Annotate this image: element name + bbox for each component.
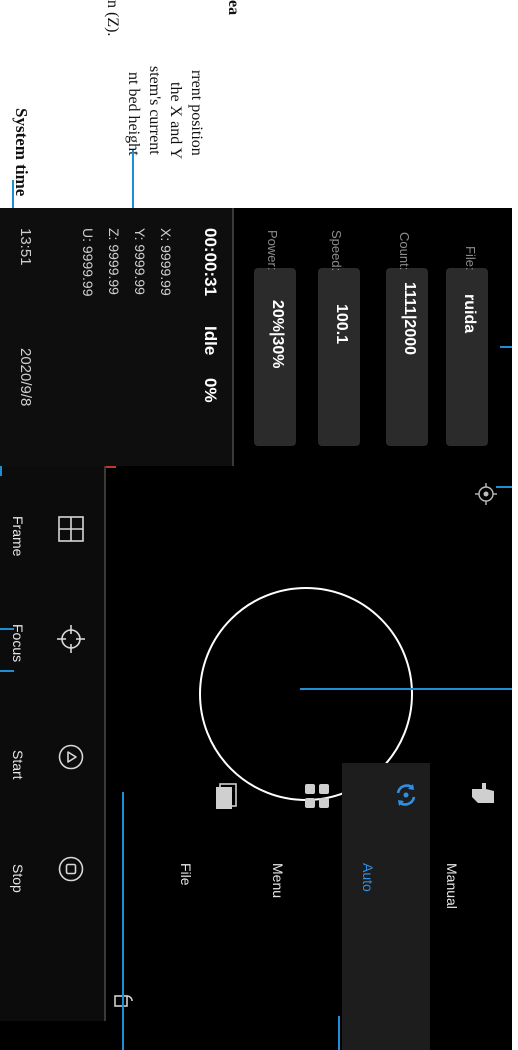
divider bbox=[232, 208, 234, 466]
frame-label: Frame bbox=[10, 516, 26, 557]
crosshair-icon bbox=[57, 625, 85, 653]
power-value: 20%|30% bbox=[269, 300, 286, 369]
annotation-line: rrent position bbox=[188, 70, 205, 156]
device-screen: File: ruida Count: 1111|2000 Speed: 100.… bbox=[0, 208, 512, 1050]
coordinate-y: Y: 9999.99 bbox=[132, 228, 148, 295]
leader-line-nav bbox=[338, 1016, 340, 1050]
leader-line-system-time bbox=[12, 180, 14, 208]
annotation-line: n (Z). bbox=[104, 0, 121, 37]
leader-line-focus bbox=[0, 628, 14, 630]
speed-value: 100.1 bbox=[333, 304, 350, 345]
leader-line-lock bbox=[122, 792, 124, 1050]
leader-line-preview bbox=[300, 688, 512, 690]
grid-icon bbox=[58, 516, 84, 542]
start-button[interactable]: Start bbox=[0, 726, 104, 826]
count-label: Count: bbox=[397, 232, 412, 271]
system-time: 13:51 bbox=[17, 228, 34, 266]
focus-button[interactable]: Focus bbox=[0, 606, 104, 716]
origin-marker bbox=[106, 466, 116, 468]
power-label: Power: bbox=[265, 230, 280, 271]
frame-button[interactable]: Frame bbox=[0, 486, 104, 596]
annotation-line: nt bed height bbox=[125, 72, 142, 156]
nav-manual[interactable]: Manual bbox=[430, 763, 512, 1050]
control-toolbar: Frame Focus Start Stop bbox=[0, 466, 104, 1021]
hand-pointer-icon bbox=[472, 783, 494, 803]
nav-file-label: File bbox=[178, 863, 194, 886]
leader-line-toolbar bbox=[0, 466, 2, 476]
refresh-icon bbox=[396, 784, 416, 806]
file-label: File: bbox=[463, 246, 478, 271]
start-label: Start bbox=[10, 750, 26, 780]
leader-line-status-bar bbox=[0, 670, 14, 672]
target-icon[interactable] bbox=[474, 482, 498, 506]
stop-button[interactable]: Stop bbox=[0, 838, 104, 938]
count-value: 1111|2000 bbox=[401, 282, 418, 356]
stop-icon bbox=[58, 856, 84, 882]
stop-label: Stop bbox=[10, 864, 26, 893]
leader-line-file-info bbox=[500, 346, 512, 348]
job-progress: 0% bbox=[201, 378, 220, 403]
machine-state: Idle bbox=[201, 326, 220, 356]
coordinate-x: X: 9999.99 bbox=[158, 228, 174, 296]
system-date: 2020/9/8 bbox=[17, 348, 34, 407]
file-value: ruida bbox=[461, 294, 478, 334]
annotation-line: stem's current bbox=[146, 66, 163, 155]
annotation-system-time: System time bbox=[12, 108, 31, 197]
speed-field[interactable] bbox=[318, 268, 360, 446]
nav-auto-label: Auto bbox=[360, 863, 376, 892]
coordinate-z: Z: 9999.99 bbox=[106, 228, 122, 295]
elapsed-time: 00:00:31 bbox=[201, 228, 220, 297]
leader-line-coordinates bbox=[132, 150, 134, 208]
nav-manual-label: Manual bbox=[444, 863, 460, 909]
annotation-heading-fragment: ea bbox=[225, 0, 242, 16]
coordinate-u: U: 9999.99 bbox=[80, 228, 96, 297]
leader-line-target bbox=[496, 486, 512, 488]
nav-file[interactable]: File bbox=[162, 763, 252, 1050]
grid-icon bbox=[305, 784, 329, 808]
main-navigation: File Menu Auto Manual bbox=[104, 763, 512, 1050]
nav-menu-label: Menu bbox=[270, 863, 286, 899]
nav-auto[interactable]: Auto bbox=[342, 763, 430, 1050]
annotation-line: the X and Y bbox=[167, 82, 184, 160]
play-icon bbox=[58, 744, 84, 770]
nav-menu[interactable]: Menu bbox=[252, 763, 342, 1050]
folder-icon bbox=[216, 783, 237, 809]
speed-label: Speed: bbox=[329, 230, 344, 272]
